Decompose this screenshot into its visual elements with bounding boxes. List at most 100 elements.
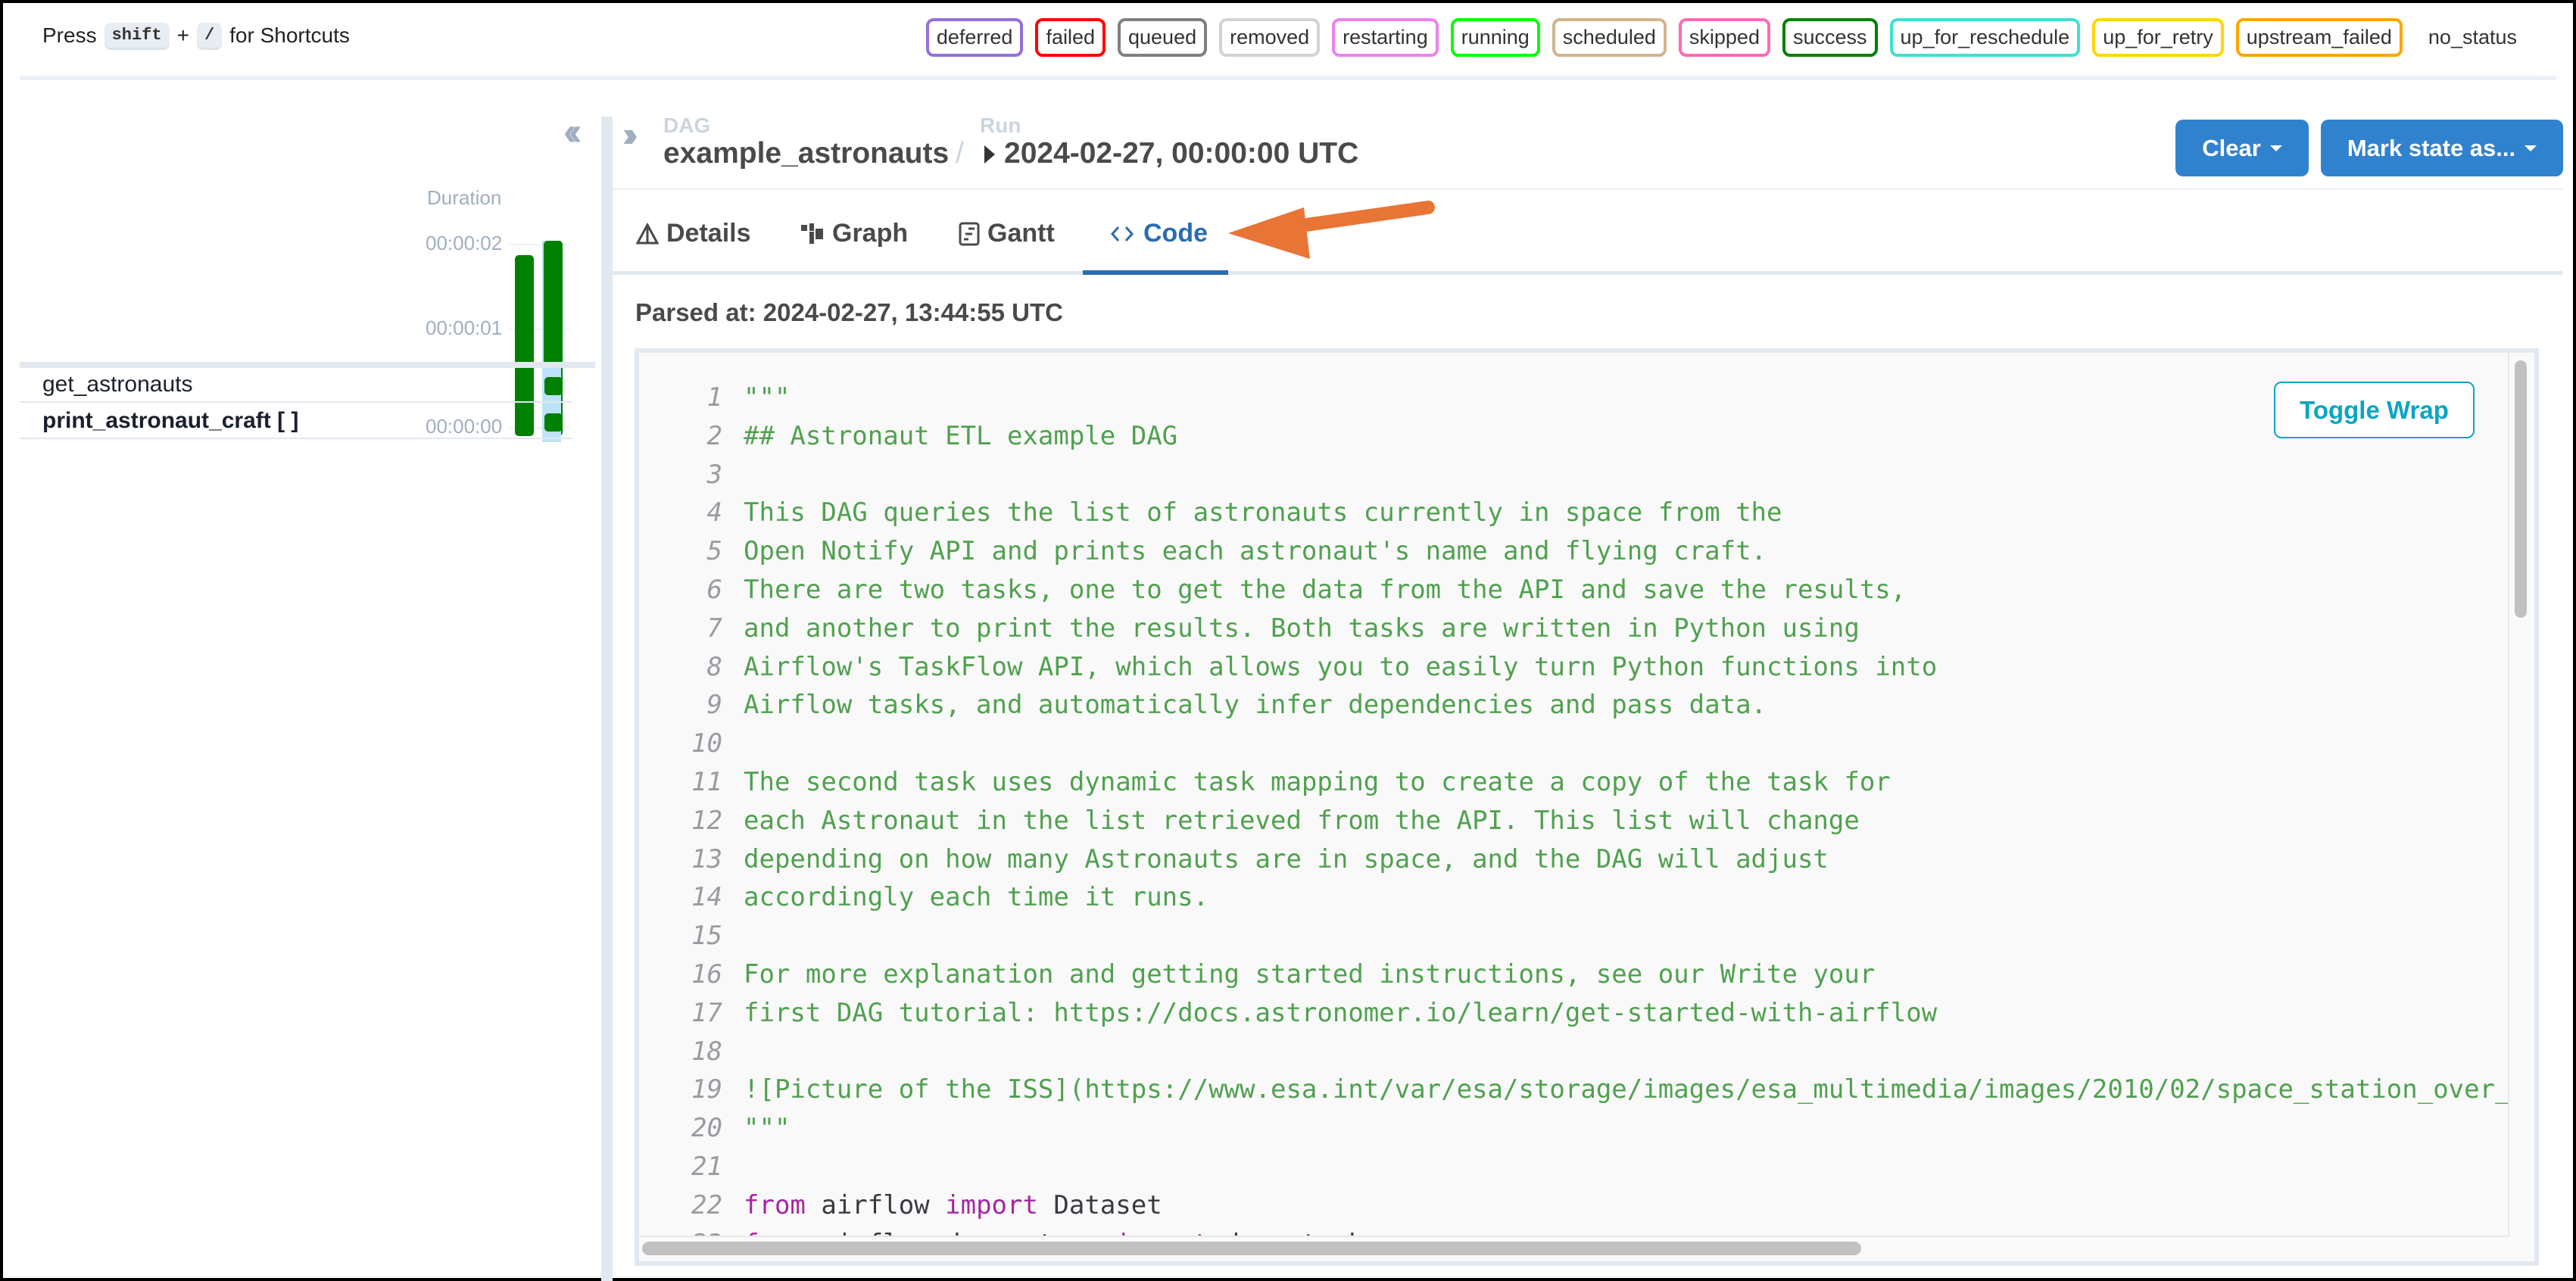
shortcut-key-shift: shift	[104, 23, 170, 48]
task-row-print-astronaut-craft[interactable]: print_astronaut_craft [ ]	[20, 404, 572, 439]
header-divider	[613, 188, 2562, 190]
legend-badge-up-for-retry[interactable]: up_for_retry	[2092, 18, 2224, 57]
code-line: 11 The second task uses dynamic task mapp…	[639, 763, 2508, 802]
legend-badge-running[interactable]: running	[1450, 18, 1540, 57]
gantt-icon	[959, 222, 980, 245]
mark-state-button[interactable]: Mark state as...	[2321, 120, 2563, 176]
line-number: 22	[691, 1189, 722, 1220]
expand-details-icon[interactable]: ››	[622, 117, 638, 151]
shortcut-suffix: for Shortcuts	[229, 23, 350, 47]
code-line: 5 Open Notify API and prints each astrona…	[639, 532, 2508, 571]
code-line: 1 """	[639, 379, 2508, 417]
vertical-scrollbar[interactable]	[2515, 360, 2527, 618]
code-text: Airflow tasks, and automatically infer d…	[722, 686, 1767, 725]
code-text: depending on how many Astronauts are in …	[722, 840, 1829, 879]
code-text: The second task uses dynamic task mappin…	[722, 763, 1891, 802]
code-string: and another to print the results. Both t…	[744, 612, 1860, 644]
run-value[interactable]: 2024-02-27, 00:00:00 UTC	[1004, 137, 1358, 170]
code-text: """	[722, 1109, 790, 1148]
code-line: 19 ![Picture of the ISS](https://www.esa.…	[639, 1071, 2508, 1109]
grid-separator	[20, 362, 595, 368]
shortcut-prefix: Press	[42, 23, 97, 47]
code-viewer[interactable]: 1 """ 2 ## Astronaut ETL example DAG 3 4 This …	[635, 348, 2539, 1266]
run-play-icon	[984, 145, 995, 164]
legend-badge-scheduled[interactable]: scheduled	[1552, 18, 1667, 57]
tab-code[interactable]: Code	[1109, 219, 1208, 248]
tab-label: Graph	[832, 219, 909, 248]
legend-badge-success[interactable]: success	[1782, 18, 1878, 57]
line-number: 3	[706, 459, 722, 490]
tab-details[interactable]: Details	[636, 219, 751, 248]
code-line: 16 For more explanation and getting start…	[639, 955, 2508, 994]
legend-badge-queued[interactable]: queued	[1118, 18, 1208, 57]
code-string: For more explanation and getting started…	[744, 958, 1876, 990]
code-text: ## Astronaut ETL example DAG	[722, 417, 1177, 456]
legend-badge-failed[interactable]: failed	[1035, 18, 1106, 57]
legend-badge-up-for-reschedule[interactable]: up_for_reschedule	[1889, 18, 2081, 57]
line-number: 12	[691, 805, 722, 836]
legend-badge-removed[interactable]: removed	[1219, 18, 1321, 57]
task-name: print_astronaut_craft [ ]	[42, 408, 299, 433]
tab-label: Code	[1143, 219, 1208, 248]
code-line: 10	[639, 725, 2508, 763]
line-number: 2	[706, 420, 722, 451]
line-number: 17	[691, 997, 722, 1028]
code-line: 12 each Astronaut in the list retrieved f…	[639, 802, 2508, 840]
legend-badge-no-status[interactable]: no_status	[2414, 18, 2528, 57]
code-string: Open Notify API and prints each astronau…	[744, 536, 1767, 567]
code-line: 23from airflow.decorators import dag, ta…	[639, 1225, 2508, 1236]
code-text: ![Picture of the ISS](https://www.esa.in…	[722, 1071, 2508, 1109]
tab-label: Gantt	[987, 219, 1055, 248]
state-legend: deferred failed queued removed restarting run…	[925, 18, 2528, 57]
code-keyword: from	[744, 1229, 806, 1236]
task-instance-success[interactable]	[516, 413, 534, 432]
code-string: accordingly each time it runs.	[744, 882, 1209, 913]
legend-badge-upstream-failed[interactable]: upstream_failed	[2235, 18, 2403, 57]
code-scroll-area[interactable]: 1 """ 2 ## Astronaut ETL example DAG 3 4 This …	[639, 353, 2509, 1237]
task-row-get-astronauts[interactable]: get_astronauts	[20, 368, 572, 403]
task-instance-success[interactable]	[544, 377, 563, 395]
legend-badge-deferred[interactable]: deferred	[925, 18, 1024, 57]
line-number: 4	[706, 497, 722, 528]
horizontal-scrollbar[interactable]	[642, 1242, 1861, 1255]
line-number: 10	[691, 728, 722, 759]
code-string: Airflow's TaskFlow API, which allows you…	[744, 651, 1938, 682]
code-string: first DAG tutorial: https://docs.astrono…	[744, 997, 1938, 1028]
code-line: 21	[639, 1148, 2508, 1186]
task-name: get_astronauts	[42, 372, 193, 397]
legend-badge-restarting[interactable]: restarting	[1332, 18, 1439, 57]
collapse-grid-icon[interactable]: ‹‹	[563, 112, 582, 151]
code-string: Airflow tasks, and automatically infer d…	[744, 690, 1767, 721]
code-string: each Astronaut in the list retrieved fro…	[744, 805, 1860, 836]
chevron-down-icon	[2269, 145, 2282, 151]
clear-button[interactable]: Clear	[2175, 120, 2309, 176]
code-text: Open Notify API and prints each astronau…	[722, 532, 1767, 571]
duration-tick: 00:00:01	[426, 316, 503, 339]
task-instance-success[interactable]	[516, 377, 534, 395]
chevron-down-icon	[2525, 145, 2537, 151]
code-keyword: import	[945, 1189, 1038, 1220]
panel-resize-handle[interactable]	[601, 117, 613, 1281]
legend-badge-skipped[interactable]: skipped	[1678, 18, 1770, 57]
breadcrumb-separator: /	[956, 137, 964, 170]
tab-gantt[interactable]: Gantt	[959, 219, 1055, 248]
shortcut-hint: Press shift + / for Shortcuts	[42, 23, 350, 48]
run-label: Run	[980, 114, 1021, 137]
code-line: 15	[639, 917, 2508, 955]
task-instance-success[interactable]	[544, 413, 563, 432]
code-token: Dataset	[1037, 1189, 1162, 1220]
dag-name-link[interactable]: example_astronauts	[663, 137, 949, 170]
mark-state-button-label: Mark state as...	[2347, 134, 2516, 161]
tab-graph[interactable]: Graph	[800, 219, 908, 248]
code-text: Airflow's TaskFlow API, which allows you…	[722, 648, 1937, 687]
code-line: 13 depending on how many Astronauts are i…	[639, 840, 2508, 879]
code-line: 20 """	[639, 1109, 2508, 1148]
code-line: 18	[639, 1033, 2508, 1071]
code-icon	[1110, 226, 1134, 242]
line-number: 11	[691, 766, 722, 797]
active-tab-indicator	[1083, 270, 1228, 275]
code-line: 22 from airflow import Dataset	[639, 1186, 2508, 1225]
toggle-wrap-button[interactable]: Toggle Wrap	[2274, 382, 2475, 438]
